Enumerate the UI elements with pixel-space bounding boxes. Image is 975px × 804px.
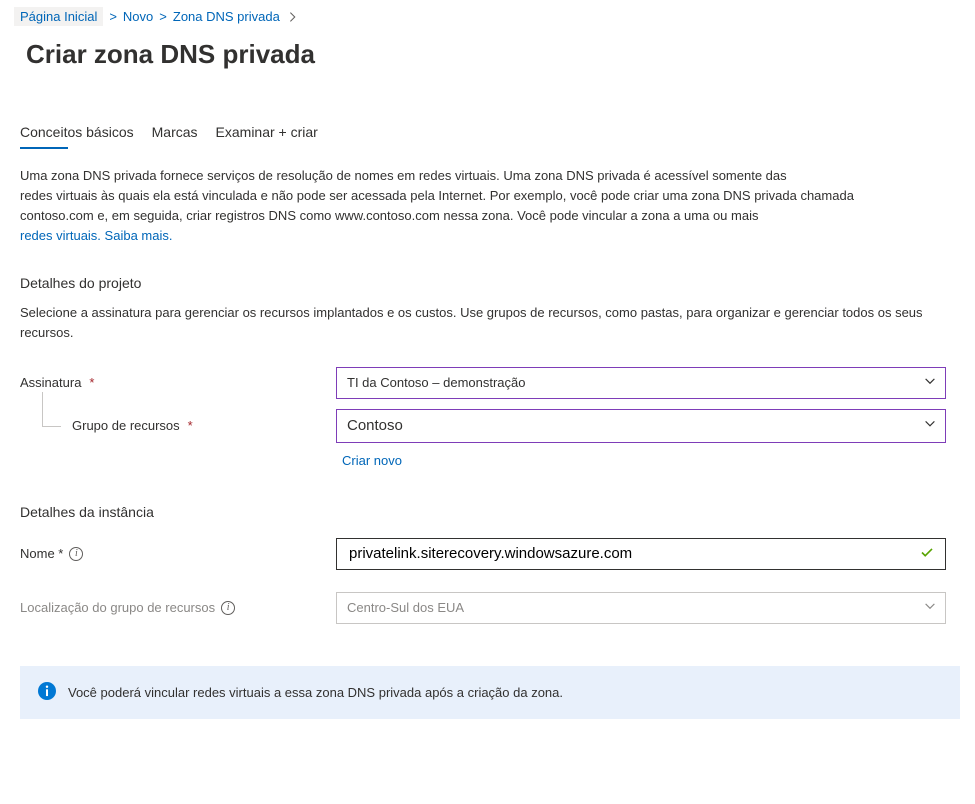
link-learn-more[interactable]: Saiba mais. (105, 228, 173, 243)
checkmark-icon (919, 544, 935, 563)
row-subscription: Assinatura * TI da Contoso – demonstraçã… (20, 367, 975, 399)
breadcrumb-home[interactable]: Página Inicial (14, 7, 103, 26)
breadcrumb-sep: > (109, 9, 117, 24)
row-create-new: Criar novo (336, 453, 975, 468)
required-marker: * (89, 375, 94, 390)
tab-review-create[interactable]: Examinar + criar (216, 120, 318, 148)
info-banner: Você poderá vincular redes virtuais a es… (20, 666, 960, 719)
chevron-down-icon (923, 417, 937, 435)
row-location: Localização do grupo de recursos i Centr… (20, 592, 975, 624)
breadcrumb-new[interactable]: Novo (123, 9, 153, 24)
tab-basics[interactable]: Conceitos básicos (20, 120, 134, 148)
info-icon[interactable]: i (221, 601, 235, 615)
page-title: Criar zona DNS privada (26, 39, 975, 70)
breadcrumb: Página Inicial > Novo > Zona DNS privada (20, 0, 975, 33)
input-name[interactable] (347, 544, 911, 563)
tab-tags[interactable]: Marcas (152, 120, 198, 148)
intro-line3: contoso.com e, em seguida, criar registr… (20, 208, 758, 223)
select-subscription-value: TI da Contoso – demonstração (347, 375, 526, 390)
label-name: Nome * i (20, 546, 336, 561)
link-create-new-rg[interactable]: Criar novo (336, 453, 402, 468)
intro-text: Uma zona DNS privada fornece serviços de… (20, 166, 975, 247)
chevron-down-icon (923, 599, 937, 616)
breadcrumb-sep: > (159, 9, 167, 24)
instance-details-heading: Detalhes da instância (20, 504, 975, 520)
label-subscription: Assinatura * (20, 375, 336, 390)
project-details-sub: Selecione a assinatura para gerenciar os… (20, 303, 975, 343)
info-filled-icon (38, 682, 56, 703)
info-icon[interactable]: i (69, 547, 83, 561)
label-resource-group: Grupo de recursos * (20, 418, 336, 433)
link-virtual-networks[interactable]: redes virtuais. (20, 228, 101, 243)
breadcrumb-dnszone[interactable]: Zona DNS privada (173, 9, 280, 24)
info-banner-text: Você poderá vincular redes virtuais a es… (68, 685, 563, 700)
select-location-value: Centro-Sul dos EUA (347, 600, 464, 615)
intro-line1: Uma zona DNS privada fornece serviços de… (20, 168, 787, 183)
chevron-right-icon (286, 9, 300, 25)
select-location: Centro-Sul dos EUA (336, 592, 946, 624)
select-resource-group-value: Contoso (347, 417, 403, 434)
row-resource-group: Grupo de recursos * Contoso (20, 409, 975, 443)
project-details-heading: Detalhes do projeto (20, 275, 975, 291)
required-marker: * (188, 418, 193, 433)
chevron-down-icon (923, 374, 937, 391)
row-name: Nome * i (20, 538, 975, 570)
select-resource-group[interactable]: Contoso (336, 409, 946, 443)
select-subscription[interactable]: TI da Contoso – demonstração (336, 367, 946, 399)
tabs: Conceitos básicos Marcas Examinar + cria… (20, 120, 975, 148)
intro-line2: redes virtuais às quais ela está vincula… (20, 188, 854, 203)
input-name-wrapper (336, 538, 946, 570)
label-location: Localização do grupo de recursos i (20, 600, 336, 615)
